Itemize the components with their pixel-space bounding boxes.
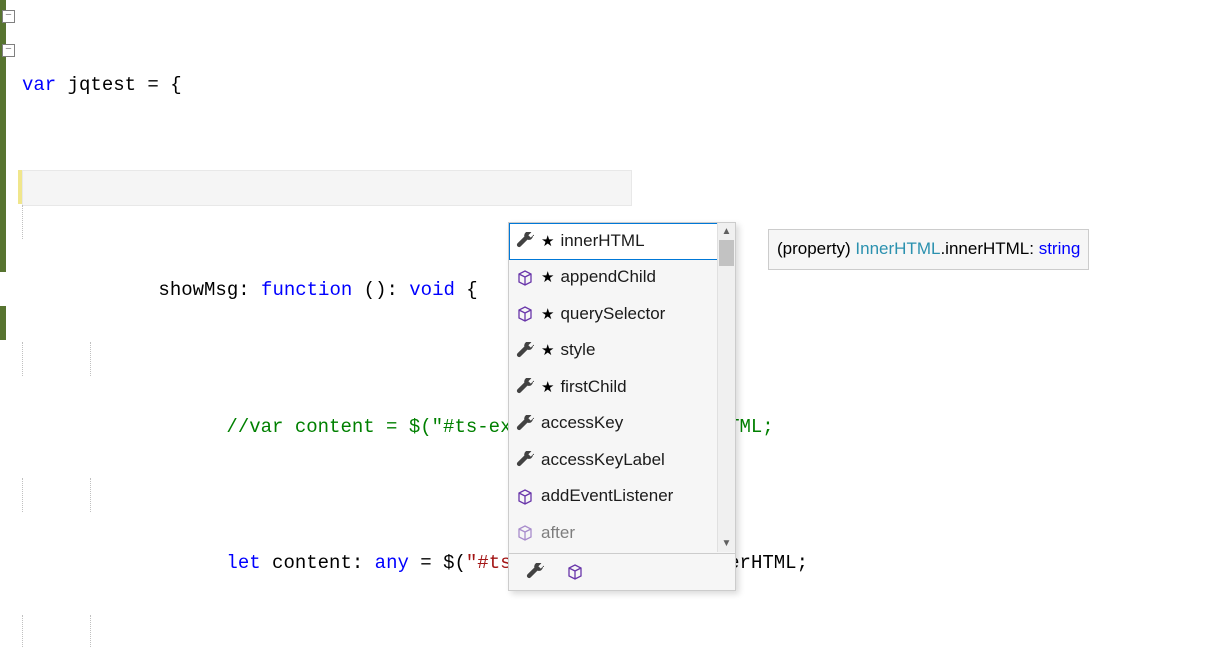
signature-tooltip: (property) InnerHTML.innerHTML: string	[768, 229, 1089, 270]
completion-item[interactable]: ★querySelector	[509, 296, 735, 333]
wrench-icon	[525, 562, 545, 582]
code-text: showMsg:	[158, 279, 261, 301]
keyword: void	[409, 279, 455, 301]
wrench-icon	[515, 414, 535, 434]
completion-label: accessKeyLabel	[541, 445, 665, 476]
completion-label: firstChild	[560, 372, 626, 403]
completion-label: appendChild	[560, 262, 655, 293]
cube-icon	[515, 487, 535, 507]
tooltip-keyword: string	[1039, 239, 1081, 258]
keyword: var	[22, 74, 56, 96]
completion-label: style	[560, 335, 595, 366]
intellisense-popup[interactable]: ★innerHTML★appendChild★querySelector★sty…	[508, 222, 736, 591]
star-icon: ★	[541, 374, 554, 401]
wrench-icon	[515, 450, 535, 470]
tooltip-text: (property)	[777, 239, 855, 258]
keyword: function	[261, 279, 352, 301]
scrollbar[interactable]: ▲ ▼	[717, 223, 735, 552]
completion-label: innerHTML	[560, 226, 644, 257]
cube-icon	[515, 304, 535, 324]
completion-item[interactable]: ★style	[509, 333, 735, 370]
code-text: content:	[261, 552, 375, 574]
completion-item[interactable]: after	[509, 515, 735, 552]
completion-label: querySelector	[560, 299, 665, 330]
scroll-thumb[interactable]	[719, 240, 734, 266]
completion-label: addEventListener	[541, 481, 673, 512]
code-line[interactable]: var jqtest = {	[22, 68, 1232, 102]
fold-toggle[interactable]: −	[2, 44, 15, 57]
completion-label: after	[541, 518, 575, 549]
tooltip-type: InnerHTML	[855, 239, 940, 258]
star-icon: ★	[541, 337, 554, 364]
wrench-icon	[515, 377, 535, 397]
popup-footer	[509, 553, 735, 590]
completion-item[interactable]: accessKeyLabel	[509, 442, 735, 479]
star-icon: ★	[541, 228, 554, 255]
code-editor[interactable]: − − var jqtest = { showMsg: function ():…	[0, 0, 1232, 648]
completion-list[interactable]: ★innerHTML★appendChild★querySelector★sty…	[509, 223, 735, 553]
scroll-up-icon[interactable]: ▲	[718, 223, 735, 240]
code-text: = $(	[409, 552, 466, 574]
code-text: jqtest = {	[56, 74, 181, 96]
code-line[interactable]: alert(content.toString());	[22, 615, 1232, 648]
cube-icon	[515, 268, 535, 288]
completion-label: accessKey	[541, 408, 623, 439]
fold-toggle[interactable]: −	[2, 10, 15, 23]
keyword: let	[226, 552, 260, 574]
completion-item[interactable]: ★appendChild	[509, 260, 735, 297]
fold-gutter: − −	[0, 0, 18, 648]
completion-item[interactable]: accessKey	[509, 406, 735, 443]
scroll-down-icon[interactable]: ▼	[718, 535, 735, 552]
tooltip-text: .innerHTML:	[940, 239, 1038, 258]
keyword: any	[375, 552, 409, 574]
completion-item[interactable]: ★innerHTML	[509, 223, 735, 260]
completion-item[interactable]: ★firstChild	[509, 369, 735, 406]
completion-item[interactable]: addEventListener	[509, 479, 735, 516]
star-icon: ★	[541, 301, 554, 328]
wrench-icon	[515, 231, 535, 251]
cube-icon	[565, 562, 585, 582]
code-text: ():	[352, 279, 409, 301]
code-text: {	[455, 279, 478, 301]
wrench-icon	[515, 341, 535, 361]
star-icon: ★	[541, 264, 554, 291]
cube-icon	[515, 523, 535, 543]
